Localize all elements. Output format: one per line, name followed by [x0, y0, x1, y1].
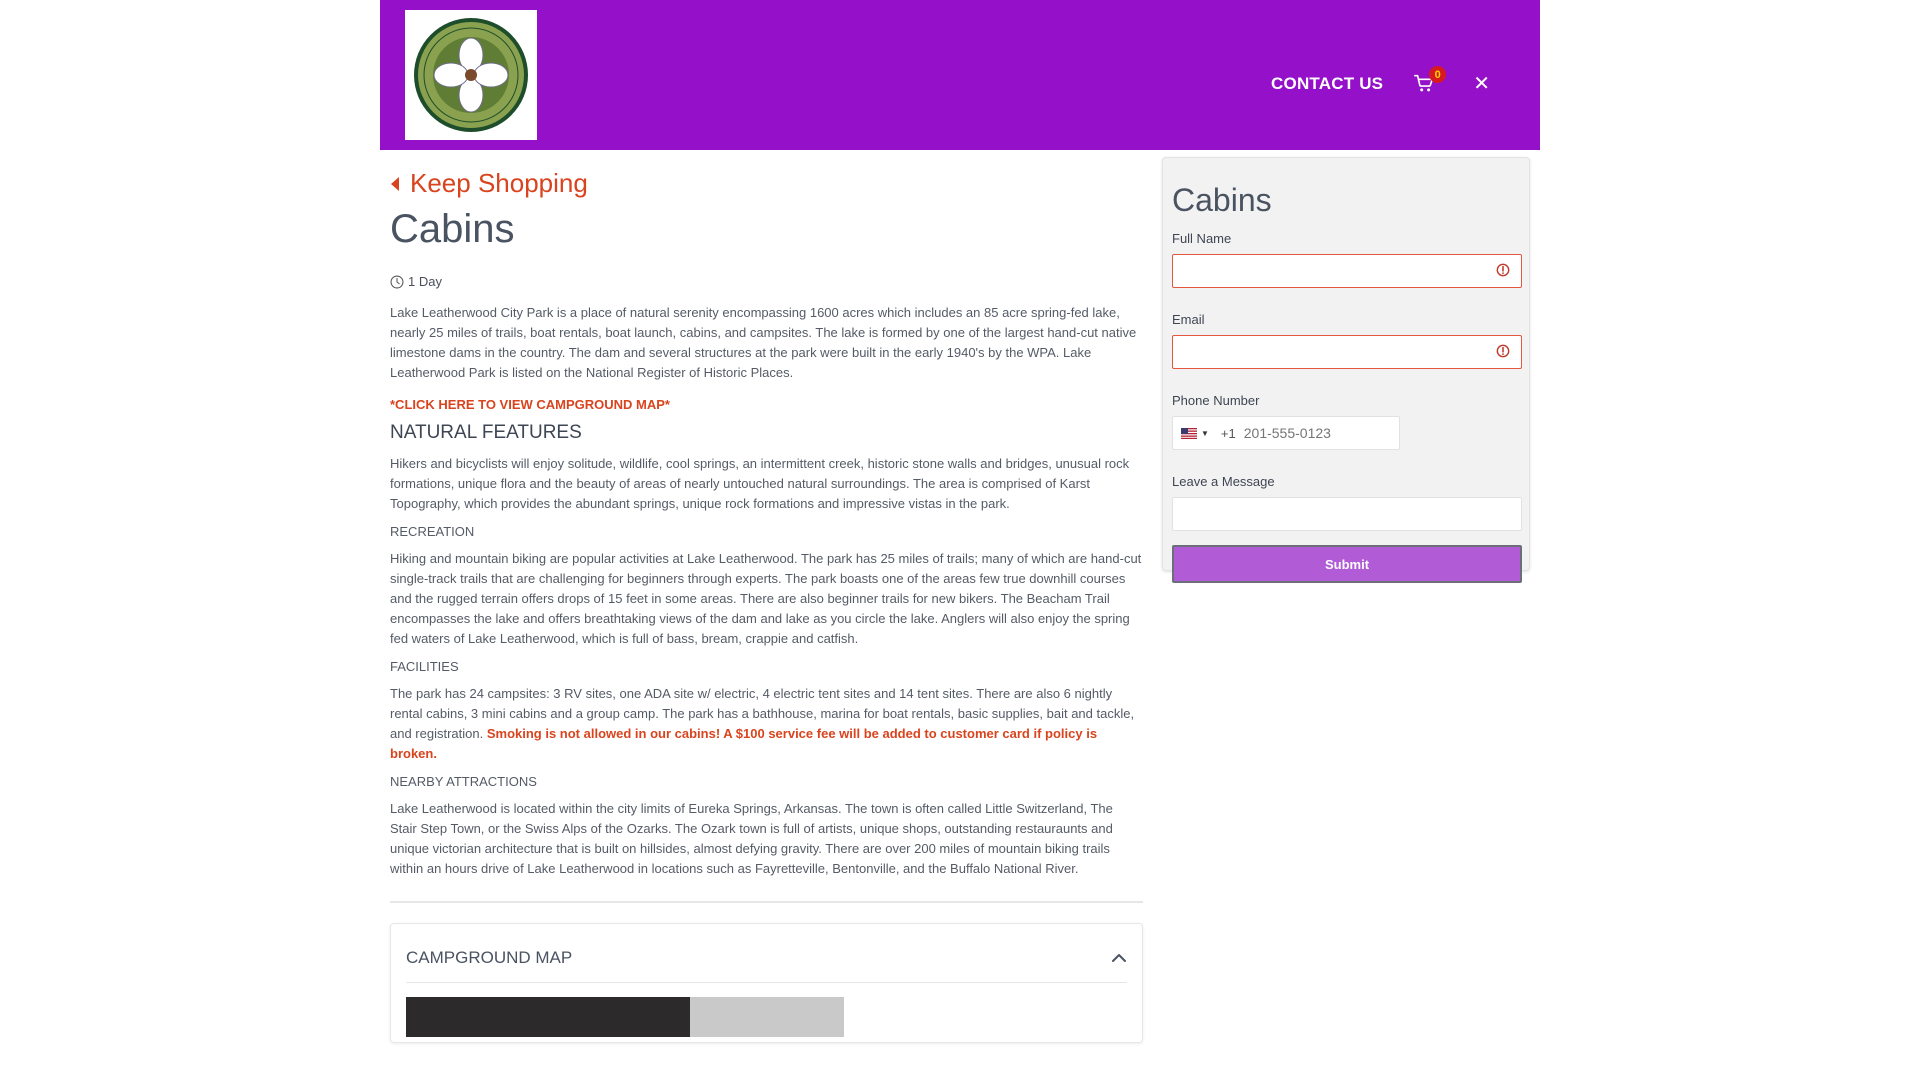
country-selector[interactable]: ▼	[1181, 427, 1209, 439]
chevron-down-icon: ▼	[1201, 428, 1209, 438]
parks-logo[interactable]	[405, 10, 537, 140]
phone-input-group: ▼ +1	[1172, 416, 1400, 450]
email-input[interactable]	[1172, 335, 1522, 369]
contact-us-link[interactable]: CONTACT US	[1271, 74, 1383, 94]
message-input[interactable]	[1172, 497, 1522, 531]
content-divider	[390, 901, 1143, 903]
site-header: CONTACT US 0 ✕	[380, 0, 1540, 150]
intro-text: Lake Leatherwood City Park is a place of…	[390, 305, 1137, 380]
phone-label: Phone Number	[1172, 393, 1260, 408]
message-field-wrap	[1172, 497, 1522, 531]
keep-shopping-link[interactable]: Keep Shopping	[390, 168, 1143, 199]
cart-count-badge: 0	[1429, 66, 1447, 83]
header-nav: CONTACT US 0 ✕	[1271, 66, 1490, 96]
accordion-title: CAMPGROUND MAP	[406, 948, 573, 967]
smoking-warning: Smoking is not allowed in our cabins! A …	[390, 726, 1098, 761]
email-label: Email	[1172, 312, 1205, 327]
page-title: Cabins	[390, 207, 515, 251]
recreation-heading: RECREATION	[390, 524, 475, 539]
campground-map-accordion: CAMPGROUND MAP	[390, 923, 1143, 1043]
form-title: Cabins	[1172, 182, 1272, 218]
recreation-text: Hiking and mountain biking are popular a…	[390, 551, 1142, 646]
duration-text: 1 Day	[408, 274, 442, 289]
caret-left-icon	[391, 176, 399, 191]
close-icon[interactable]: ✕	[1473, 74, 1490, 94]
error-alert-icon	[1496, 344, 1510, 358]
keep-shopping-label: Keep Shopping	[410, 168, 588, 198]
email-field-wrap	[1172, 335, 1522, 369]
product-details: Keep Shopping Cabins 1 Day Lake Leatherw…	[390, 160, 1143, 1043]
facilities-heading: FACILITIES	[390, 659, 459, 674]
natural-features-heading: NATURAL FEATURES	[390, 422, 582, 443]
full-name-label: Full Name	[1172, 231, 1232, 246]
phone-field-wrap: ▼ +1	[1172, 416, 1520, 450]
dial-code: +1	[1220, 425, 1236, 441]
cart-button[interactable]: 0	[1413, 66, 1447, 96]
map-image-dark-panel	[406, 997, 690, 1037]
full-name-input[interactable]	[1172, 254, 1522, 288]
campground-map-link[interactable]: *CLICK HERE TO VIEW CAMPGROUND MAP*	[390, 397, 1143, 412]
parks-logo-icon	[414, 18, 528, 132]
map-image-grey-panel	[690, 997, 844, 1037]
nearby-heading: NEARBY ATTRACTIONS	[390, 774, 537, 789]
campground-map-image	[406, 997, 1127, 1037]
facilities-text: The park has 24 campsites: 3 RV sites, o…	[390, 684, 1143, 764]
error-alert-icon	[1496, 263, 1510, 277]
inquiry-form-card: Cabins Full Name Email Phone Number ▼ +1…	[1162, 157, 1530, 583]
message-label: Leave a Message	[1172, 474, 1275, 489]
us-flag-icon	[1181, 427, 1197, 439]
natural-features-text: Hikers and bicyclists will enjoy solitud…	[390, 456, 1130, 511]
clock-icon	[390, 275, 404, 288]
nearby-text: Lake Leatherwood is located within the c…	[390, 801, 1113, 876]
full-name-field-wrap	[1172, 254, 1522, 288]
chevron-up-icon[interactable]	[1111, 953, 1127, 963]
accordion-header[interactable]: CAMPGROUND MAP	[406, 948, 1127, 983]
page: CONTACT US 0 ✕ Keep Shopping Cabins 1 Da…	[0, 0, 1920, 1080]
phone-input[interactable]	[1241, 424, 1382, 442]
duration: 1 Day	[390, 274, 1143, 289]
submit-button[interactable]: Submit	[1172, 545, 1522, 583]
